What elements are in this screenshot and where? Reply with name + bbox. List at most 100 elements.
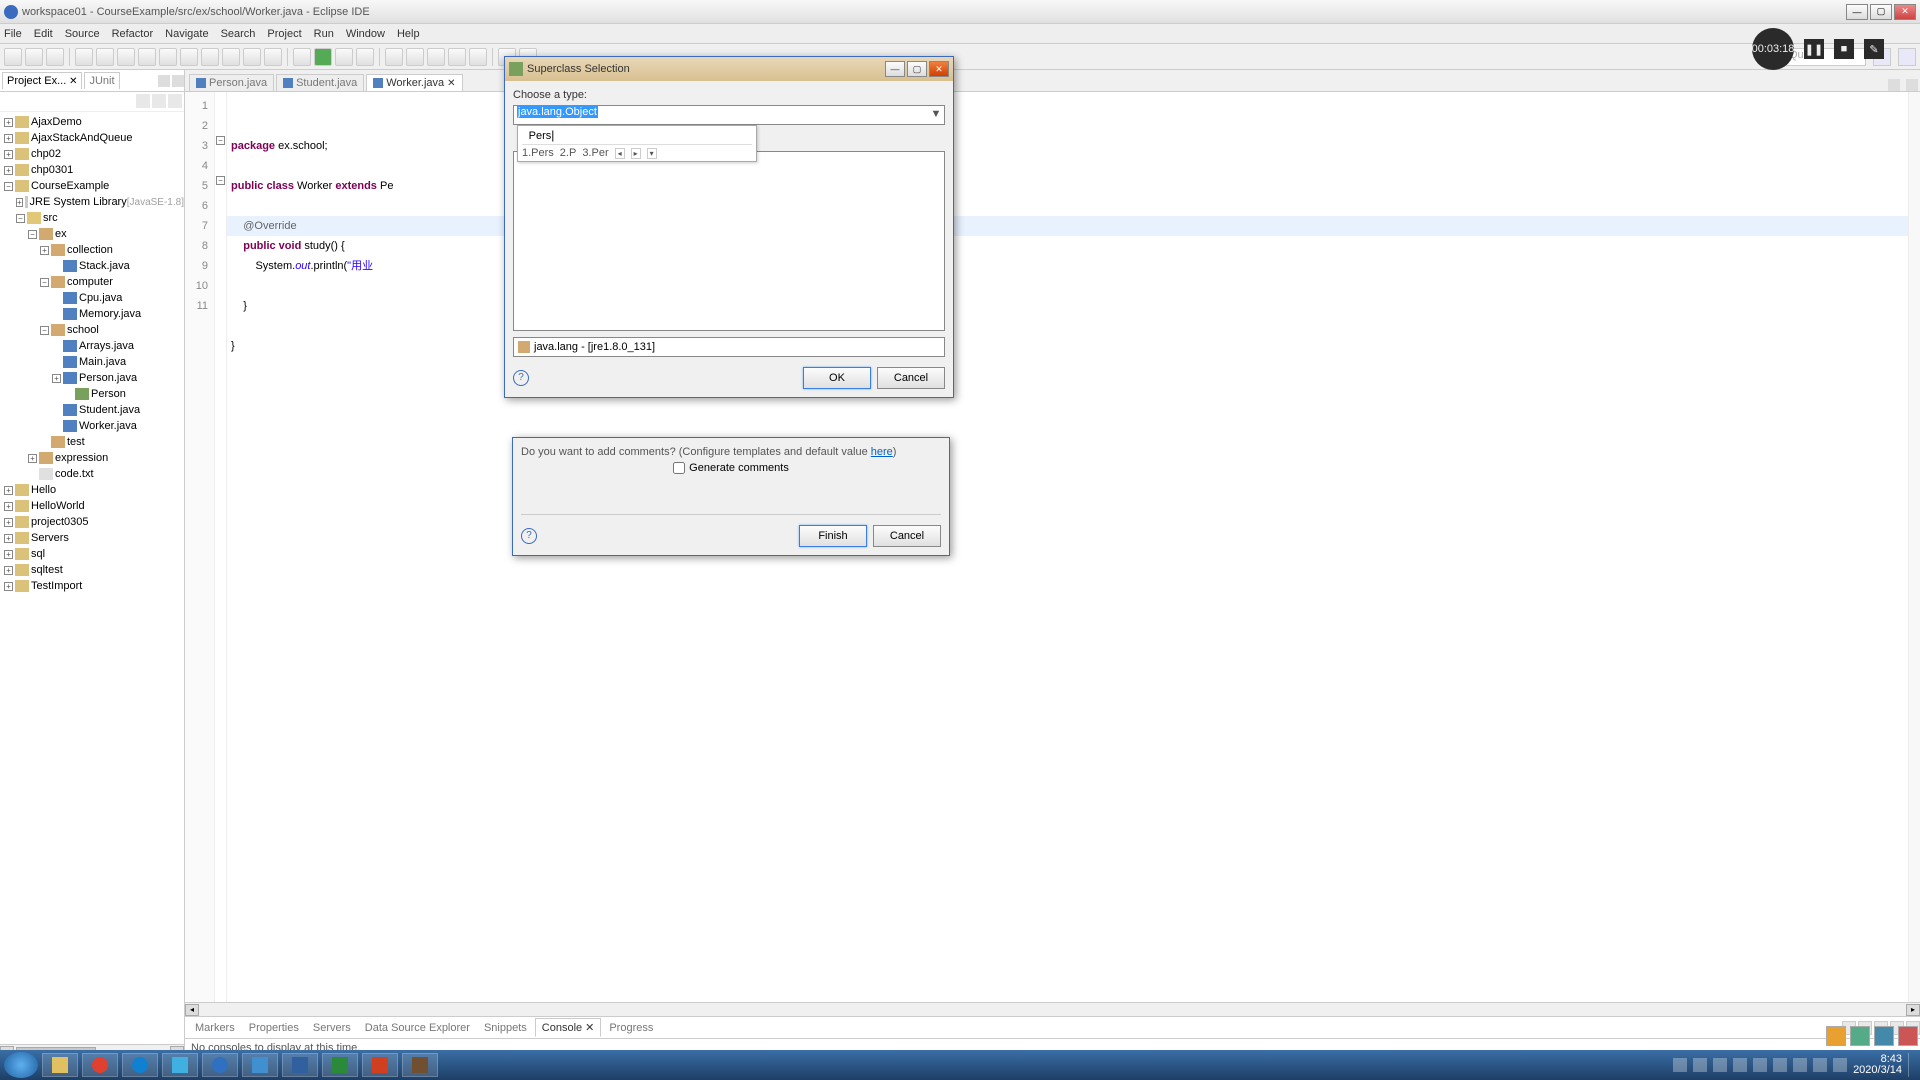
network-icon[interactable]	[1813, 1058, 1827, 1072]
stepover-icon[interactable]	[222, 48, 240, 66]
stop-icon[interactable]: ■	[1834, 39, 1854, 59]
tray-icon[interactable]	[1753, 1058, 1767, 1072]
view-menu-icon[interactable]	[168, 94, 182, 108]
chrome-taskbar-icon[interactable]	[82, 1053, 118, 1077]
skip-icon[interactable]	[96, 48, 114, 66]
newpackage-icon[interactable]	[406, 48, 424, 66]
tree-node[interactable]: −school	[0, 322, 184, 338]
stepinto-icon[interactable]	[201, 48, 219, 66]
tree-node[interactable]: +collection	[0, 242, 184, 258]
help-icon[interactable]: ?	[513, 370, 529, 386]
tab-datasource[interactable]: Data Source Explorer	[359, 1020, 476, 1036]
tree-node[interactable]: Main.java	[0, 354, 184, 370]
system-tray[interactable]: 8:432020/3/14	[1673, 1053, 1916, 1077]
collapse-all-icon[interactable]	[136, 94, 150, 108]
run-icon[interactable]	[314, 48, 332, 66]
menu-window[interactable]: Window	[346, 28, 385, 40]
fold-toggle-icon[interactable]: −	[216, 136, 225, 145]
tab-properties[interactable]: Properties	[243, 1020, 305, 1036]
minimize-button[interactable]: —	[1846, 4, 1868, 20]
tree-node[interactable]: Worker.java	[0, 418, 184, 434]
gadget-icon[interactable]	[1850, 1026, 1870, 1046]
tree-node[interactable]: +project0305	[0, 514, 184, 530]
tree-node[interactable]: +AjaxDemo	[0, 114, 184, 130]
annotate-icon[interactable]	[469, 48, 487, 66]
generate-comments-checkbox[interactable]	[673, 462, 685, 474]
tray-icon[interactable]	[1693, 1058, 1707, 1072]
tray-icon[interactable]	[1773, 1058, 1787, 1072]
pencil-icon[interactable]: ✎	[1864, 39, 1884, 59]
gadget-icon[interactable]	[1874, 1026, 1894, 1046]
terminate-icon[interactable]	[159, 48, 177, 66]
code-editor[interactable]: 1234567891011 − − package ex.school; pub…	[185, 92, 1920, 1002]
tab-markers[interactable]: Markers	[189, 1020, 241, 1036]
dropdown-icon[interactable]: ▼	[929, 107, 943, 121]
tab-console[interactable]: Console ✕	[535, 1018, 602, 1037]
tray-icon[interactable]	[1673, 1058, 1687, 1072]
taskbar-clock[interactable]: 8:432020/3/14	[1853, 1054, 1902, 1076]
tree-node[interactable]: +sqltest	[0, 562, 184, 578]
tab-snippets[interactable]: Snippets	[478, 1020, 533, 1036]
overview-ruler[interactable]	[1908, 92, 1920, 1002]
menu-refactor[interactable]: Refactor	[112, 28, 154, 40]
show-desktop-button[interactable]	[1908, 1053, 1916, 1077]
menu-source[interactable]: Source	[65, 28, 100, 40]
tree-node[interactable]: +Person.java	[0, 370, 184, 386]
tree-node[interactable]: +sql	[0, 546, 184, 562]
save-icon[interactable]	[25, 48, 43, 66]
external-icon[interactable]	[356, 48, 374, 66]
new-icon[interactable]	[4, 48, 22, 66]
menu-navigate[interactable]: Navigate	[165, 28, 208, 40]
app-taskbar-icon[interactable]	[282, 1053, 318, 1077]
code-area[interactable]: package ex.school; public class Worker e…	[227, 92, 1908, 1002]
tab-student[interactable]: Student.java	[276, 74, 364, 91]
editor-minimize-icon[interactable]	[1888, 79, 1900, 91]
tree-node[interactable]: +chp0301	[0, 162, 184, 178]
runlast-icon[interactable]	[335, 48, 353, 66]
tree-node[interactable]: Stack.java	[0, 258, 184, 274]
opentype-icon[interactable]	[427, 48, 445, 66]
app-taskbar-icon[interactable]	[242, 1053, 278, 1077]
tray-icon[interactable]	[1793, 1058, 1807, 1072]
editor-maximize-icon[interactable]	[1906, 79, 1918, 91]
volume-icon[interactable]	[1833, 1058, 1847, 1072]
tree-node[interactable]: Cpu.java	[0, 290, 184, 306]
dialog-maximize-button[interactable]: ▢	[907, 61, 927, 77]
tab-junit[interactable]: JUnit	[84, 72, 119, 89]
search-icon[interactable]	[448, 48, 466, 66]
help-icon[interactable]: ?	[521, 528, 537, 544]
maximize-button[interactable]: ▢	[1870, 4, 1892, 20]
tree-node[interactable]: +TestImport	[0, 578, 184, 594]
tab-progress[interactable]: Progress	[603, 1020, 659, 1036]
project-tree[interactable]: +AjaxDemo+AjaxStackAndQueue+chp02+chp030…	[0, 112, 184, 1044]
editor-hscroll[interactable]: ◂▸	[185, 1002, 1920, 1016]
droptoframe-icon[interactable]	[264, 48, 282, 66]
tree-node[interactable]: +expression	[0, 450, 184, 466]
tree-node[interactable]: −CourseExample	[0, 178, 184, 194]
tree-node[interactable]: −src	[0, 210, 184, 226]
powerpoint-taskbar-icon[interactable]	[362, 1053, 398, 1077]
start-button[interactable]	[4, 1052, 38, 1078]
link-editor-icon[interactable]	[152, 94, 166, 108]
menu-search[interactable]: Search	[221, 28, 256, 40]
tab-worker[interactable]: Worker.java ✕	[366, 74, 462, 91]
type-filter-input[interactable]: java.lang.Object	[513, 105, 945, 125]
gadget-icon[interactable]	[1826, 1026, 1846, 1046]
tree-node[interactable]: −ex	[0, 226, 184, 242]
close-button[interactable]: ✕	[1894, 4, 1916, 20]
excel-taskbar-icon[interactable]	[322, 1053, 358, 1077]
finish-button[interactable]: Finish	[799, 525, 867, 547]
menu-edit[interactable]: Edit	[34, 28, 53, 40]
minimize-view-icon[interactable]	[158, 75, 170, 87]
tree-node[interactable]: +AjaxStackAndQueue	[0, 130, 184, 146]
saveall-icon[interactable]	[46, 48, 64, 66]
tree-node[interactable]: −computer	[0, 274, 184, 290]
debug-perspective-icon[interactable]	[1898, 48, 1916, 66]
here-link[interactable]: here	[871, 446, 893, 458]
tree-node[interactable]: Person	[0, 386, 184, 402]
pause-icon[interactable]: ❚❚	[1804, 39, 1824, 59]
tree-node[interactable]: +JRE System Library [JavaSE-1.8]	[0, 194, 184, 210]
menu-file[interactable]: File	[4, 28, 22, 40]
menu-run[interactable]: Run	[314, 28, 334, 40]
menu-project[interactable]: Project	[267, 28, 301, 40]
